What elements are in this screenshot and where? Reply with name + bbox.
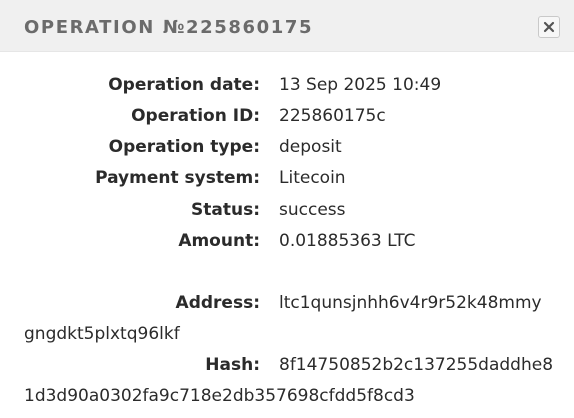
hash-label: Hash: (205, 355, 260, 375)
operation-type-value: deposit (279, 137, 342, 157)
address-value-line2: gngdkt5plxtq96lkf (24, 324, 180, 344)
payment-system-value: Litecoin (279, 168, 346, 188)
close-button[interactable] (538, 16, 560, 38)
status-value: success (279, 200, 346, 220)
address-value-line1: ltc1qunsjnhh6v4r9r52k48mmy (279, 293, 542, 313)
modal-title: OPERATION №225860175 (24, 17, 314, 38)
amount-label: Amount: (178, 231, 260, 251)
operation-id-value: 225860175c (279, 106, 386, 126)
payment-system-label: Payment system: (95, 168, 260, 188)
hash-value-line1: 8f14750852b2c137255daddhe8 (279, 355, 554, 375)
operation-type-label: Operation type: (108, 137, 260, 157)
close-icon (543, 21, 555, 33)
detail-row-status: Status: success (0, 200, 574, 226)
operation-id-label: Operation ID: (131, 106, 260, 126)
operation-modal: OPERATION №225860175 Operation date: 13 … (0, 0, 574, 418)
status-label: Status: (191, 200, 260, 220)
detail-row-hash: Hash: 8f14750852b2c137255daddhe8 (0, 355, 574, 381)
detail-row-payment-system: Payment system: Litecoin (0, 168, 574, 194)
address-label: Address: (175, 293, 260, 313)
detail-row-operation-date: Operation date: 13 Sep 2025 10:49 (0, 75, 574, 101)
detail-row-amount: Amount: 0.01885363 LTC (0, 231, 574, 257)
operation-date-value: 13 Sep 2025 10:49 (279, 75, 442, 95)
amount-value: 0.01885363 LTC (279, 231, 416, 251)
detail-row-operation-id: Operation ID: 225860175c (0, 106, 574, 132)
hash-value-line2: 1d3d90a0302fa9c718e2db357698cfdd5f8cd3 (24, 386, 415, 406)
detail-row-address: Address: ltc1qunsjnhh6v4r9r52k48mmy (0, 293, 574, 319)
detail-row-operation-type: Operation type: deposit (0, 137, 574, 163)
modal-header: OPERATION №225860175 (0, 0, 574, 52)
operation-date-label: Operation date: (108, 75, 260, 95)
